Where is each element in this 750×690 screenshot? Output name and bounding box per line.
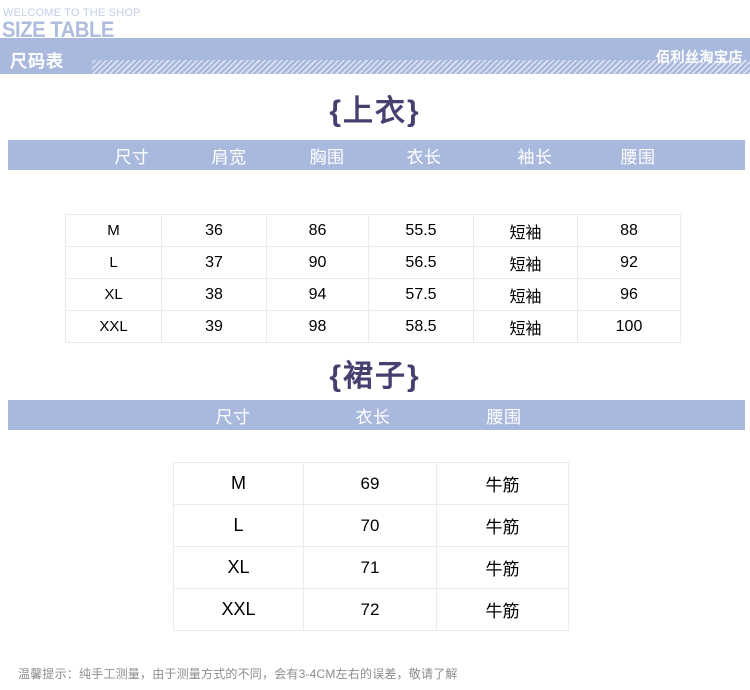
cell-waist: 88	[577, 214, 681, 247]
cell-length: 71	[303, 546, 437, 589]
cell-length: 69	[303, 462, 437, 505]
cell-size: L	[173, 504, 304, 547]
cell-shoulder: 39	[161, 310, 267, 343]
table-row: M 36 86 55.5 短袖 88	[65, 214, 681, 247]
cell-sleeve: 短袖	[473, 246, 578, 279]
cell-shoulder: 38	[161, 278, 267, 311]
table-row: XL 38 94 57.5 短袖 96	[65, 278, 681, 311]
cell-length: 56.5	[368, 246, 474, 279]
cell-length: 58.5	[368, 310, 474, 343]
cell-bust: 94	[266, 278, 369, 311]
table-row: XL 71 牛筋	[173, 546, 569, 589]
banner-stripe-pattern	[88, 60, 750, 74]
cell-bust: 90	[266, 246, 369, 279]
section-title-skirt: {裙子}	[329, 360, 421, 393]
title-banner: 尺码表 佰利丝淘宝店	[0, 38, 750, 74]
tops-col-header-shoulder: 肩宽	[211, 148, 247, 167]
cell-length: 70	[303, 504, 437, 547]
cell-waist: 牛筋	[436, 462, 569, 505]
cell-sleeve: 短袖	[473, 310, 578, 343]
tops-col-header-size: 尺寸	[114, 148, 150, 167]
cell-size: L	[65, 246, 162, 279]
cell-waist: 牛筋	[436, 504, 569, 547]
skirt-col-header-length: 衣长	[355, 408, 391, 427]
cell-size: XXL	[173, 588, 304, 631]
cell-waist: 牛筋	[436, 588, 569, 631]
measurement-disclaimer: 温馨提示：纯手工测量，由于测量方式的不同，会有3-4CM左右的误差，敬请了解	[18, 667, 458, 681]
cell-length: 55.5	[368, 214, 474, 247]
skirt-col-header-size: 尺寸	[215, 408, 251, 427]
cell-waist: 92	[577, 246, 681, 279]
skirt-col-header-waist: 腰围	[486, 408, 522, 427]
cell-length: 72	[303, 588, 437, 631]
cell-size: XL	[65, 278, 162, 311]
cell-bust: 98	[266, 310, 369, 343]
tops-header-band: 尺寸 肩宽 胸围 衣长 袖长 腰围	[8, 140, 745, 170]
cell-bust: 86	[266, 214, 369, 247]
cell-sleeve: 短袖	[473, 214, 578, 247]
table-row: XXL 39 98 58.5 短袖 100	[65, 310, 681, 343]
skirt-size-table: M 69 牛筋 L 70 牛筋 XL 71 牛筋 XXL 72 牛筋	[173, 462, 569, 631]
cell-shoulder: 36	[161, 214, 267, 247]
cell-size: XXL	[65, 310, 162, 343]
cell-waist: 牛筋	[436, 546, 569, 589]
table-row: L 70 牛筋	[173, 504, 569, 547]
cell-size: XL	[173, 546, 304, 589]
cell-shoulder: 37	[161, 246, 267, 279]
tops-col-header-bust: 胸围	[309, 148, 345, 167]
cell-waist: 100	[577, 310, 681, 343]
banner-title-text: 尺码表	[10, 52, 64, 71]
cell-size: M	[65, 214, 162, 247]
page-header: WELCOME TO THE SHOP SIZE TABLE	[0, 0, 750, 42]
skirt-header-band: 尺寸 衣长 腰围	[8, 400, 745, 430]
tops-size-table: M 36 86 55.5 短袖 88 L 37 90 56.5 短袖 92 XL…	[65, 214, 681, 343]
section-title-tops: {上衣}	[329, 95, 421, 128]
tops-col-header-waist: 腰围	[620, 148, 656, 167]
shop-name-label: 佰利丝淘宝店	[656, 49, 743, 65]
table-row: L 37 90 56.5 短袖 92	[65, 246, 681, 279]
cell-sleeve: 短袖	[473, 278, 578, 311]
tops-col-header-length: 衣长	[406, 148, 442, 167]
cell-size: M	[173, 462, 304, 505]
cell-length: 57.5	[368, 278, 474, 311]
table-row: M 69 牛筋	[173, 462, 569, 505]
tops-col-header-sleeve: 袖长	[517, 148, 553, 167]
cell-waist: 96	[577, 278, 681, 311]
table-row: XXL 72 牛筋	[173, 588, 569, 631]
